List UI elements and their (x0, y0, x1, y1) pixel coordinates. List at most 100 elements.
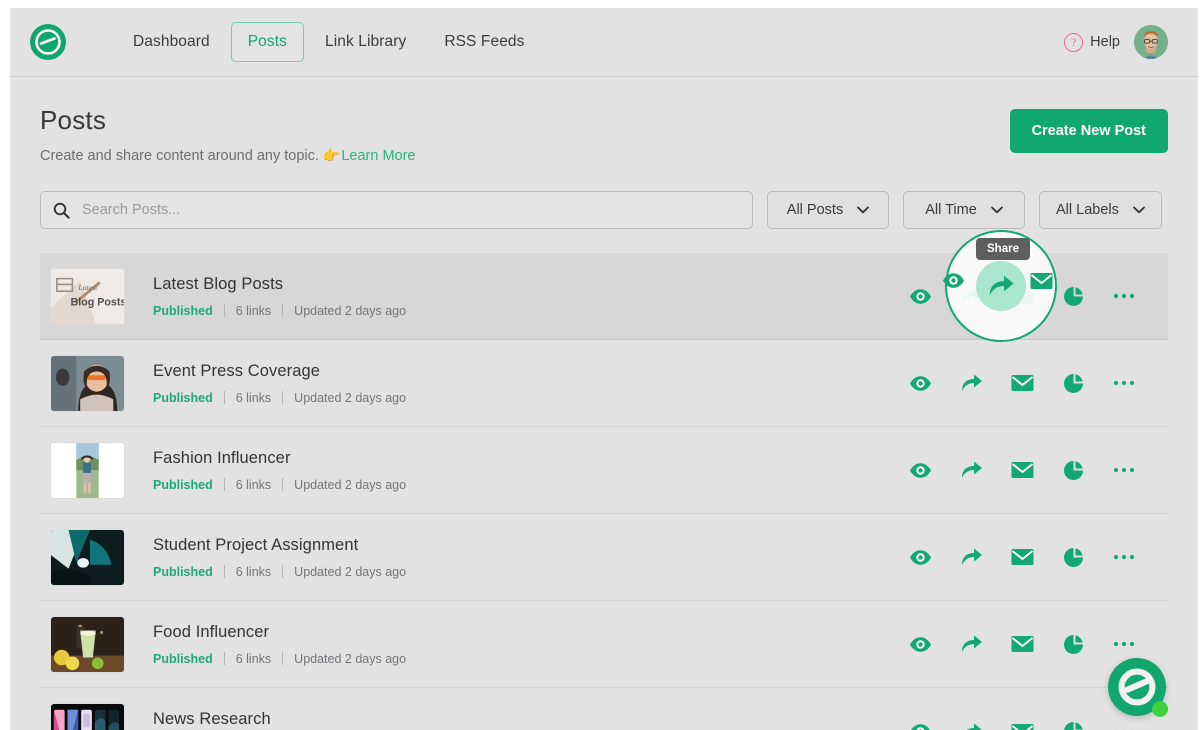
table-row[interactable]: Event Press Coverage Published 6 links U… (40, 340, 1168, 427)
email-envelope-icon[interactable] (1010, 720, 1034, 730)
post-info: Latest Blog Posts Published 6 links Upda… (153, 275, 406, 318)
status-badge: Published (153, 651, 213, 666)
post-links-count: 6 links (235, 651, 272, 666)
preview-eye-icon[interactable] (908, 458, 932, 482)
post-thumbnail (50, 354, 125, 412)
ecosia-e-logo-icon (1116, 666, 1158, 708)
post-title: Event Press Coverage (153, 361, 321, 380)
row-actions (908, 458, 1158, 482)
table-row[interactable]: Food Influencer Published 6 links Update… (40, 601, 1168, 688)
post-meta: Published 6 links Updated 2 days ago (153, 304, 406, 318)
post-updated: Updated 2 days ago (294, 651, 407, 666)
table-row[interactable]: News Research Published 6 links Updated … (40, 688, 1168, 730)
share-arrow-icon[interactable] (959, 720, 983, 730)
post-meta: Published 6 links Updated 2 days ago (153, 478, 406, 492)
preview-eye-icon[interactable] (908, 632, 932, 656)
help-button[interactable]: ? Help (1064, 32, 1120, 52)
svg-text:Latest: Latest (77, 283, 98, 292)
chevron-down-icon (857, 206, 870, 214)
more-options-icon[interactable] (1112, 545, 1136, 569)
post-updated: Updated 2 days ago (294, 303, 407, 318)
filter-all-time[interactable]: All Time (903, 191, 1025, 229)
share-arrow-icon[interactable] (959, 632, 983, 656)
post-meta: Published 6 links Updated 2 days ago (153, 391, 406, 405)
post-title: Latest Blog Posts (153, 274, 284, 293)
more-options-icon[interactable] (1112, 458, 1136, 482)
preview-eye-icon[interactable] (908, 545, 932, 569)
post-updated: Updated 2 days ago (294, 477, 407, 492)
post-updated: Updated 2 days ago (294, 390, 407, 405)
pie-chart-icon[interactable] (1061, 371, 1085, 395)
question-circle-icon: ? (1064, 32, 1084, 52)
row-actions (908, 545, 1158, 569)
nav-item-dashboard[interactable]: Dashboard (116, 22, 227, 62)
filter-all-labels[interactable]: All Labels (1039, 191, 1162, 229)
meta-divider (282, 652, 284, 665)
page-header-text: Posts Create and share content around an… (40, 105, 416, 164)
meta-divider (223, 652, 225, 665)
nav-item-rss-feeds[interactable]: RSS Feeds (427, 22, 541, 62)
email-envelope-icon[interactable] (1010, 371, 1034, 395)
post-links-count: 6 links (235, 390, 272, 405)
row-actions (908, 632, 1158, 656)
pie-chart-icon[interactable] (1061, 632, 1085, 656)
pointing-hand-icon: 👉 (322, 147, 341, 163)
pie-chart-icon[interactable] (1061, 545, 1085, 569)
more-options-icon[interactable] (1112, 284, 1136, 308)
spotlight-email-envelope-icon[interactable] (1030, 272, 1053, 295)
spotlight-share-arrow-icon[interactable] (976, 261, 1026, 311)
filter-bar: All Posts All Time All Labels (40, 191, 1168, 229)
pie-chart-icon[interactable] (1061, 284, 1085, 308)
app-window: Dashboard Posts Link Library RSS Feeds ?… (0, 0, 1200, 730)
preview-eye-icon[interactable] (908, 284, 932, 308)
nav-item-link-library[interactable]: Link Library (308, 22, 423, 62)
nav-item-posts[interactable]: Posts (230, 22, 304, 62)
post-links-count: 6 links (235, 303, 272, 318)
more-options-icon[interactable] (1112, 720, 1136, 730)
search-icon (53, 202, 70, 219)
chevron-down-icon (990, 206, 1003, 214)
ecosia-e-logo-icon[interactable] (30, 24, 66, 60)
search-box[interactable] (40, 191, 753, 229)
page-header-row: Posts Create and share content around an… (40, 77, 1168, 164)
spotlight-preview-eye-icon[interactable] (942, 272, 965, 294)
share-arrow-icon[interactable] (959, 458, 983, 482)
email-envelope-icon[interactable] (1010, 632, 1034, 656)
filter-all-posts[interactable]: All Posts (767, 191, 889, 229)
search-input[interactable] (82, 202, 740, 218)
table-row[interactable]: Student Project Assignment Published 6 l… (40, 514, 1168, 601)
learn-more-link[interactable]: Learn More (341, 148, 415, 164)
post-updated: Updated 2 days ago (294, 564, 407, 579)
more-options-icon[interactable] (1112, 632, 1136, 656)
post-thumbnail (50, 528, 125, 586)
svg-text:Blog Posts: Blog Posts (70, 296, 124, 308)
email-envelope-icon[interactable] (1010, 545, 1034, 569)
post-links-count: 6 links (235, 564, 272, 579)
page-subtitle: Create and share content around any topi… (40, 147, 416, 164)
email-envelope-icon[interactable] (1010, 458, 1034, 482)
post-info: Event Press Coverage Published 6 links U… (153, 362, 406, 405)
chevron-down-icon (1132, 206, 1145, 214)
preview-eye-icon[interactable] (908, 371, 932, 395)
meta-divider (282, 391, 284, 404)
post-thumbnail: Latest Blog Posts (50, 267, 125, 325)
table-row[interactable]: Fashion Influencer Published 6 links Upd… (40, 427, 1168, 514)
meta-divider (223, 304, 225, 317)
status-badge: Published (153, 477, 213, 492)
page-title: Posts (40, 105, 107, 135)
preview-eye-icon[interactable] (908, 720, 932, 730)
user-avatar[interactable] (1134, 25, 1168, 59)
post-info: Fashion Influencer Published 6 links Upd… (153, 449, 406, 492)
meta-divider (282, 565, 284, 578)
pie-chart-icon[interactable] (1061, 458, 1085, 482)
pie-chart-icon[interactable] (1061, 720, 1085, 730)
status-badge: Published (153, 390, 213, 405)
share-arrow-icon[interactable] (959, 545, 983, 569)
create-new-post-button[interactable]: Create New Post (1009, 109, 1168, 153)
post-info: News Research Published 6 links Updated … (153, 710, 406, 730)
more-options-icon[interactable] (1112, 371, 1136, 395)
filter-all-posts-label: All Posts (786, 202, 844, 218)
share-arrow-icon[interactable] (959, 371, 983, 395)
post-title: News Research (153, 710, 271, 728)
row-actions (908, 371, 1158, 395)
